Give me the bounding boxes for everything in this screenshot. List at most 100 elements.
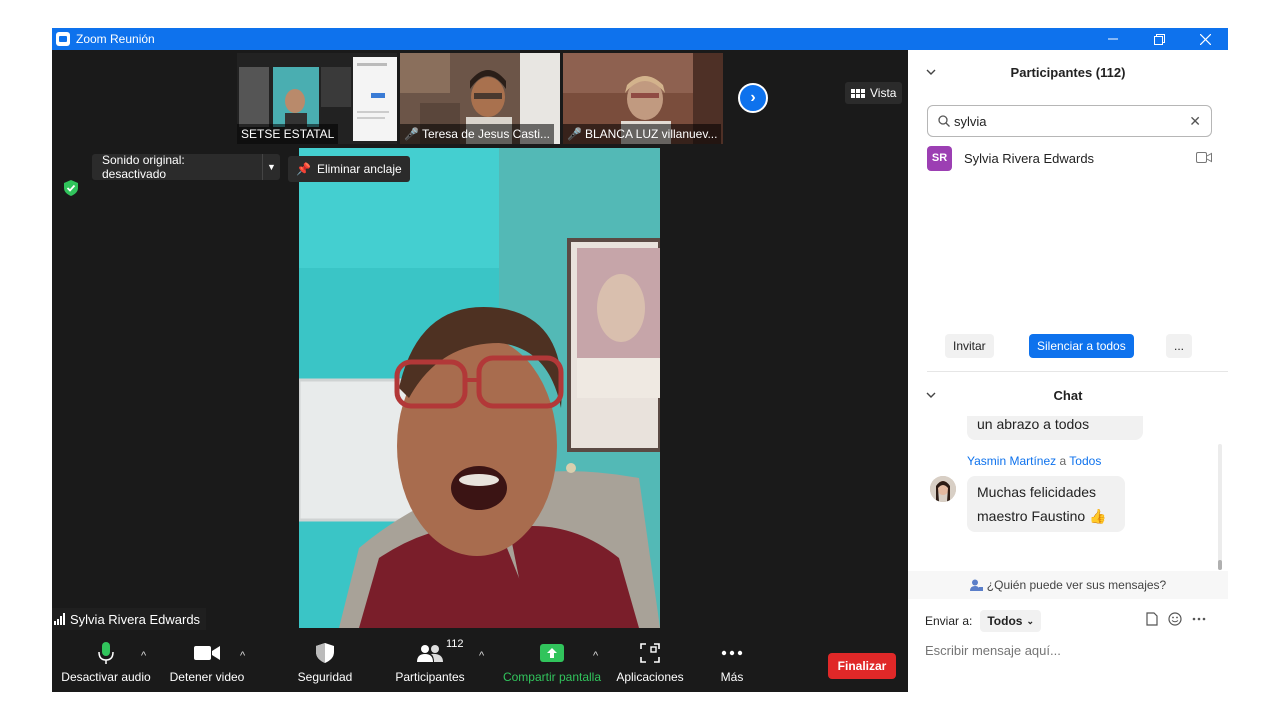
muted-mic-icon: 🎤 [567, 127, 582, 141]
restore-icon[interactable] [1136, 28, 1182, 50]
security-button[interactable]: Seguridad [292, 638, 358, 688]
next-page-button[interactable]: › [738, 83, 768, 113]
speaker-name-tag: Sylvia Rivera Edwards [52, 608, 207, 630]
microphone-icon [98, 638, 114, 668]
thumbnail-video[interactable]: 🎤 Teresa de Jesus Casti... [400, 53, 560, 144]
thumbnail-name-text: Teresa de Jesus Casti... [421, 127, 551, 141]
title-bar: Zoom Reunión [52, 28, 1228, 50]
security-label: Seguridad [297, 670, 353, 684]
participants-header: Participantes (112) [908, 50, 1228, 94]
video-camera-icon [1196, 152, 1212, 163]
chat-message-line: maestro Faustino 👍 [977, 504, 1115, 528]
stop-video-button[interactable]: Detener video [166, 638, 248, 688]
share-screen-button[interactable]: Compartir pantalla [500, 638, 604, 688]
recipient-name: Todos [1069, 454, 1102, 468]
encryption-shield-icon[interactable] [64, 180, 78, 196]
chat-header: Chat [908, 375, 1228, 415]
share-screen-label: Compartir pantalla [502, 670, 602, 684]
share-screen-icon [540, 638, 564, 668]
thumbnail-video[interactable]: SETSE ESTATAL [237, 53, 397, 144]
chat-scrollbar[interactable] [1218, 444, 1222, 570]
thumbs-up-icon: 👍 [1089, 508, 1107, 524]
who-can-see-link[interactable]: ¿Quién puede ver sus mensajes? [908, 571, 1228, 599]
more-dots-icon [721, 638, 743, 668]
close-icon[interactable] [1182, 28, 1228, 50]
send-to-label: Enviar a: [925, 614, 973, 628]
apps-button[interactable]: Aplicaciones [614, 638, 686, 688]
view-button-label: Vista [870, 86, 897, 100]
file-icon[interactable] [1146, 612, 1158, 626]
thumbnail-name: 🎤 BLANCA LUZ villanuev... [563, 124, 722, 144]
thumbnail-name-text: BLANCA LUZ villanuev... [584, 127, 718, 141]
chat-messages[interactable]: un abrazo a todos Yasmin Martínez a Todo… [908, 416, 1228, 576]
avatar: SR [927, 145, 952, 171]
chevron-up-icon[interactable]: ^ [240, 650, 245, 662]
video-camera-icon [194, 638, 220, 668]
more-button[interactable]: Más [712, 638, 752, 688]
people-icon [417, 638, 443, 668]
apps-icon [640, 638, 660, 668]
more-options-button[interactable]: ... [1166, 334, 1193, 358]
participants-title: Participantes (112) [1010, 64, 1126, 80]
search-input[interactable]: sylvia [954, 114, 987, 129]
more-label: Más [720, 670, 744, 684]
shield-icon [315, 638, 335, 668]
chevron-down-icon: ⌄ [1026, 615, 1035, 626]
original-sound-toggle[interactable]: Sonido original: desactivado ▼ [92, 153, 280, 181]
meeting-toolbar: Desactivar audio ^ Detener video ^ Segur… [52, 632, 908, 692]
chevron-down-icon[interactable] [926, 390, 936, 401]
speaker-video-frame [299, 148, 660, 628]
chevron-up-icon[interactable]: ^ [479, 650, 484, 662]
caret-down-icon[interactable]: ▼ [262, 154, 280, 180]
unpin-button[interactable]: 📌 Eliminar anclaje [288, 156, 410, 182]
chat-title: Chat [1053, 387, 1083, 403]
participant-row[interactable]: SR Sylvia Rivera Edwards [927, 145, 1212, 171]
chevron-up-icon[interactable]: ^ [593, 650, 598, 662]
chat-tools [1146, 612, 1206, 626]
clear-search-icon[interactable]: ✕ [1189, 113, 1201, 130]
thumbnail-video[interactable]: 🎤 BLANCA LUZ villanuev... [563, 53, 723, 144]
divider [927, 371, 1228, 372]
main-speaker-video[interactable] [299, 148, 660, 628]
chat-sender: Yasmin Martínez a Todos [967, 454, 1101, 468]
muted-mic-icon: 🎤 [404, 127, 419, 141]
side-panel: Participantes (112) sylvia ✕ SR Sylvia R… [908, 50, 1228, 692]
send-to-row: Enviar a: Todos ⌄ [925, 610, 1042, 632]
participant-actions: Invitar Silenciar a todos ... [908, 334, 1228, 358]
apps-label: Aplicaciones [616, 670, 684, 684]
participant-name: Sylvia Rivera Edwards [964, 150, 1095, 166]
chat-message: un abrazo a todos [967, 416, 1143, 440]
chevron-down-icon[interactable] [926, 67, 936, 78]
search-icon [938, 115, 950, 127]
window-controls [1090, 28, 1228, 50]
speaker-name-text: Sylvia Rivera Edwards [70, 611, 201, 627]
avatar [930, 476, 956, 502]
participant-search[interactable]: sylvia ✕ [927, 105, 1212, 137]
minimize-icon[interactable] [1090, 28, 1136, 50]
chat-message-line: Muchas felicidades [977, 484, 1097, 500]
chevron-right-icon: › [750, 89, 756, 106]
sender-name: Yasmin Martínez [967, 454, 1057, 468]
grid-icon [851, 88, 865, 98]
chat-message: Muchas felicidades maestro Faustino 👍 [967, 476, 1125, 532]
thumbnail-name: 🎤 Teresa de Jesus Casti... [400, 124, 555, 144]
recipient-select[interactable]: Todos ⌄ [980, 610, 1042, 632]
zoom-window: Zoom Reunión SETSE ESTATAL 🎤 Teresa de J… [52, 28, 1228, 692]
mute-audio-button[interactable]: Desactivar audio [60, 638, 152, 688]
meeting-area: SETSE ESTATAL 🎤Teresa de Jesus Casti... [52, 50, 908, 692]
chevron-up-icon[interactable]: ^ [141, 650, 146, 662]
stop-video-label: Detener video [169, 670, 245, 684]
invite-button[interactable]: Invitar [945, 334, 994, 358]
emoji-icon[interactable] [1168, 612, 1182, 626]
window-title: Zoom Reunión [76, 32, 155, 46]
recipient-select-value: Todos [987, 614, 1023, 628]
chat-message-input[interactable] [925, 640, 1215, 660]
end-meeting-button[interactable]: Finalizar [828, 653, 896, 679]
mute-all-button[interactable]: Silenciar a todos [1029, 334, 1134, 358]
more-dots-icon[interactable] [1192, 617, 1206, 621]
original-sound-label: Sonido original: desactivado [102, 153, 185, 181]
zoom-logo-icon [56, 32, 70, 46]
signal-bars-icon [54, 613, 65, 625]
view-button[interactable]: Vista [845, 82, 903, 104]
unpin-label: Eliminar anclaje [316, 162, 402, 176]
